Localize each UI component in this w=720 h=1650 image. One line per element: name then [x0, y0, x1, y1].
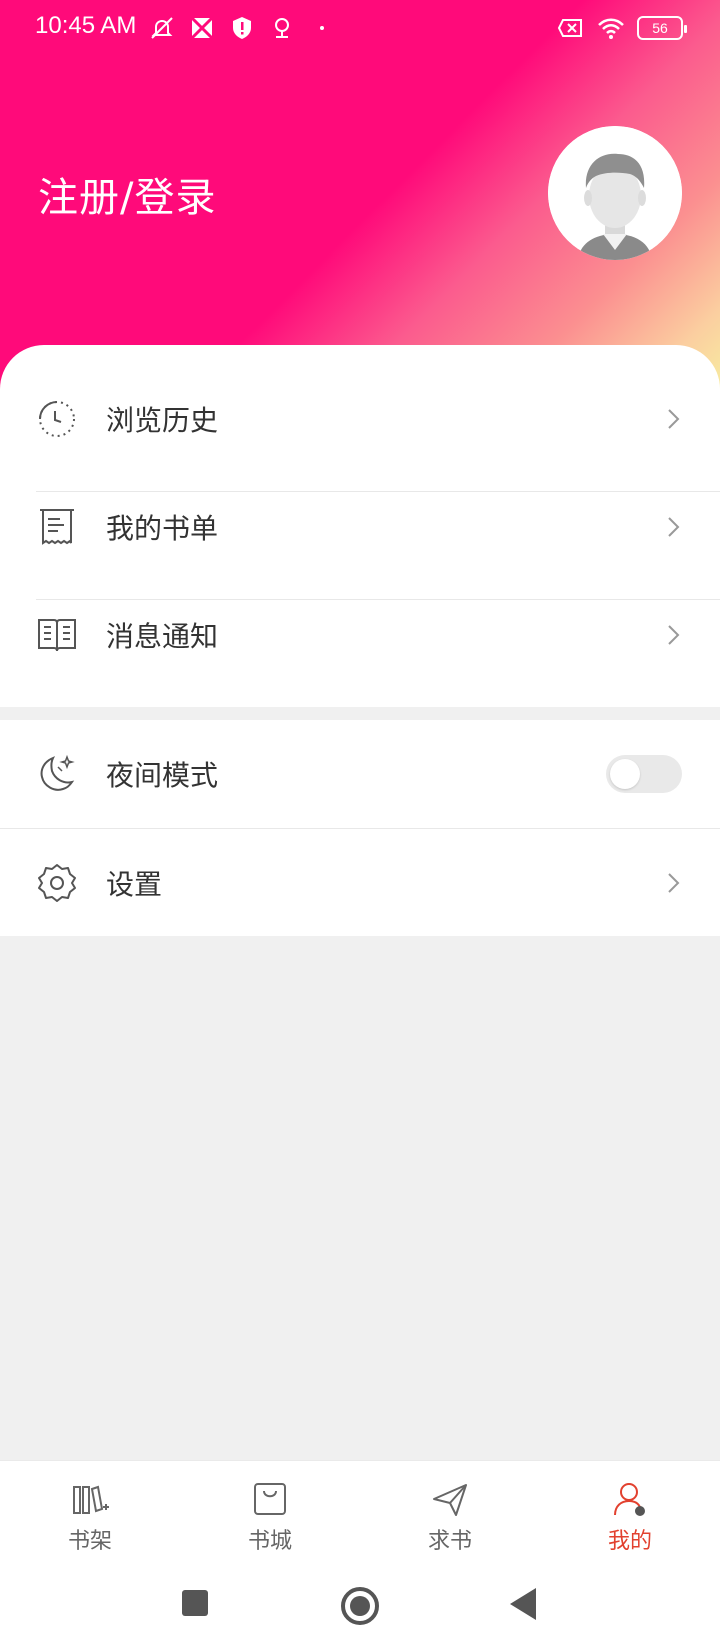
settings-card: 夜间模式 设置	[0, 720, 720, 936]
menu-item-history[interactable]: 浏览历史	[0, 365, 720, 473]
home-button[interactable]	[340, 1586, 380, 1626]
status-time: 10:45 AM	[35, 12, 137, 39]
shield-icon	[233, 17, 251, 39]
night-mode-toggle[interactable]	[606, 755, 682, 793]
status-icons-right: 56	[557, 14, 687, 42]
menu-item-notifications[interactable]: 消息通知	[0, 581, 720, 689]
status-icons-left	[148, 14, 336, 42]
toggle-knob	[610, 759, 640, 789]
shopping-bag-icon	[254, 1483, 286, 1515]
tab-bookstore[interactable]: 书城	[180, 1461, 360, 1568]
moon-icon	[40, 754, 75, 791]
tab-label: 求书	[427, 1529, 472, 1554]
paper-plane-icon	[433, 1484, 467, 1516]
login-register-link[interactable]: 注册/登录	[38, 165, 216, 223]
night-mode-row: 夜间模式	[0, 720, 720, 828]
gear-icon	[38, 864, 76, 902]
tab-label: 我的	[607, 1529, 652, 1554]
settings-label: 设置	[106, 868, 163, 901]
tab-request-book[interactable]: 求书	[360, 1461, 540, 1568]
x-mark-box-icon	[557, 19, 582, 37]
menu-item-booklist[interactable]: 我的书单	[0, 473, 720, 581]
tab-label: 书架	[67, 1529, 112, 1554]
night-mode-label: 夜间模式	[106, 759, 219, 792]
menu-item-label: 消息通知	[106, 620, 219, 653]
tab-label: 书城	[247, 1529, 292, 1554]
tab-mine[interactable]: 我的	[540, 1461, 720, 1568]
photo-icon	[190, 16, 214, 40]
chevron-right-icon	[668, 409, 680, 429]
dot-icon	[320, 26, 324, 30]
chevron-right-icon	[668, 517, 680, 537]
bottom-tab-bar: 书架 书城 求书 我的	[0, 1460, 720, 1568]
muted-bell-icon	[151, 17, 173, 39]
back-button[interactable]	[508, 1586, 538, 1622]
chevron-right-icon	[668, 625, 680, 645]
menu-item-settings[interactable]: 设置	[0, 829, 720, 937]
status-bar: 10:45 AM 56	[0, 0, 720, 56]
chevron-right-icon	[668, 873, 680, 893]
bookshelf-icon	[73, 1485, 109, 1514]
menu-item-label: 我的书单	[106, 512, 219, 545]
wifi-icon	[598, 18, 624, 39]
battery-icon: 56	[637, 16, 687, 40]
system-navigation-bar	[0, 1568, 720, 1650]
default-avatar-icon[interactable]	[548, 126, 682, 260]
tab-bookshelf[interactable]: 书架	[0, 1461, 180, 1568]
battery-level: 56	[652, 20, 668, 36]
recent-apps-button[interactable]	[180, 1588, 210, 1618]
profile-header: 10:45 AM 56 注册/登录	[0, 0, 720, 400]
menu-item-label: 浏览历史	[106, 404, 219, 437]
person-icon	[614, 1483, 645, 1516]
receipt-icon	[40, 509, 74, 545]
menu-card: 浏览历史 我的书单 消息通知	[0, 345, 720, 707]
pin-icon	[275, 18, 289, 38]
open-book-icon	[38, 619, 76, 652]
clock-icon	[39, 401, 75, 437]
